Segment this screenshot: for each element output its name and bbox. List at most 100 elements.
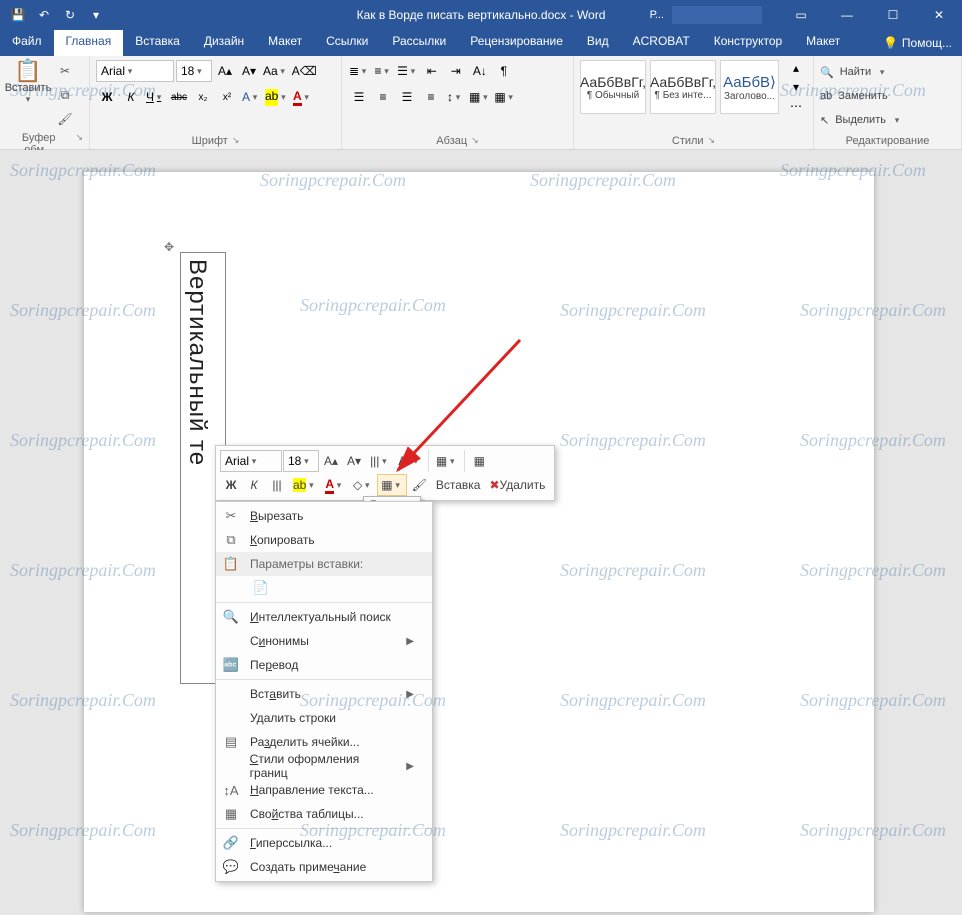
ctx-table-props[interactable]: ▦Свойства таблицы... bbox=[216, 802, 432, 826]
mini-align-icon[interactable]: ||| bbox=[266, 474, 288, 496]
mini-insert-button[interactable]: Вставка bbox=[432, 474, 485, 496]
mini-grow-font-icon[interactable]: A▴ bbox=[320, 450, 342, 472]
bold-button[interactable]: Ж bbox=[96, 86, 118, 108]
cut-icon[interactable]: ✂ bbox=[54, 60, 76, 82]
change-case-icon[interactable]: Aa▾ bbox=[262, 60, 289, 82]
mini-size-combo[interactable]: 18▾ bbox=[283, 450, 319, 472]
align-center-icon[interactable]: ≡ bbox=[372, 86, 394, 108]
tab-acrobat[interactable]: ACROBAT bbox=[621, 30, 702, 56]
underline-button[interactable]: Ч▾ bbox=[144, 86, 166, 108]
mini-insert-table-icon[interactable]: ▦▾ bbox=[432, 450, 461, 472]
highlight-icon[interactable]: ab▾ bbox=[264, 86, 289, 108]
ctx-cut[interactable]: ✂Вырезать bbox=[216, 504, 432, 528]
close-icon[interactable]: ✕ bbox=[916, 0, 962, 30]
ctx-hyperlink[interactable]: 🔗Гиперссылка... bbox=[216, 831, 432, 855]
tab-file[interactable]: Файл bbox=[0, 30, 54, 56]
mini-columns-icon[interactable]: |||▾ bbox=[366, 450, 393, 472]
mini-format-painter-icon[interactable]: 🖌 bbox=[408, 474, 431, 496]
align-right-icon[interactable]: ☰ bbox=[396, 86, 418, 108]
ctx-insert[interactable]: Вставить▶ bbox=[216, 682, 432, 706]
ctx-paste-option-1[interactable]: 📄 bbox=[216, 576, 432, 600]
mini-borders-button[interactable]: ▦▾ bbox=[377, 474, 406, 496]
align-left-icon[interactable]: ☰ bbox=[348, 86, 370, 108]
font-color-icon[interactable]: A▾ bbox=[291, 86, 313, 108]
tab-layout[interactable]: Макет bbox=[256, 30, 314, 56]
subscript-button[interactable]: x₂ bbox=[192, 86, 214, 108]
sort-icon[interactable]: A↓ bbox=[469, 60, 491, 82]
para-dialog-icon[interactable]: ↘ bbox=[471, 135, 479, 147]
format-painter-icon[interactable]: 🖌 bbox=[54, 108, 76, 130]
tab-table-design[interactable]: Конструктор bbox=[702, 30, 794, 56]
qa-customize-icon[interactable]: ▾ bbox=[84, 3, 108, 27]
font-dialog-icon[interactable]: ↘ bbox=[232, 135, 240, 147]
bullets-icon[interactable]: ≣▾ bbox=[348, 60, 370, 82]
tab-references[interactable]: Ссылки bbox=[314, 30, 380, 56]
mini-italic-button[interactable]: К bbox=[243, 474, 265, 496]
select-button[interactable]: ↖Выделить▾ bbox=[820, 110, 902, 130]
ctx-delete-rows[interactable]: Удалить строки bbox=[216, 706, 432, 730]
superscript-button[interactable]: x² bbox=[216, 86, 238, 108]
tab-view[interactable]: Вид bbox=[575, 30, 621, 56]
replace-button[interactable]: abЗаменить bbox=[820, 86, 888, 106]
tab-review[interactable]: Рецензирование bbox=[458, 30, 575, 56]
copy-icon[interactable]: ⧉ bbox=[54, 84, 76, 106]
ctx-new-comment[interactable]: 💬Создать примечание bbox=[216, 855, 432, 879]
tell-me[interactable]: 💡 Помощ... bbox=[873, 30, 962, 56]
anchor-icon[interactable]: ✥ bbox=[164, 240, 174, 254]
minimize-icon[interactable]: — bbox=[824, 0, 870, 30]
mini-styles-icon[interactable]: Aᵃ▾ bbox=[394, 450, 424, 472]
styles-down-icon[interactable]: ▾ bbox=[785, 79, 807, 96]
justify-icon[interactable]: ≡ bbox=[420, 86, 442, 108]
style-normal[interactable]: АаБбВвГг, ¶ Обычный bbox=[580, 60, 646, 114]
ctx-synonyms[interactable]: Синонимы▶ bbox=[216, 629, 432, 653]
shading-icon[interactable]: ▦▾ bbox=[468, 86, 491, 108]
indent-dec-icon[interactable]: ⇤ bbox=[421, 60, 443, 82]
account-area[interactable]: Р... bbox=[650, 6, 762, 24]
mini-font-combo[interactable]: Arial▾ bbox=[220, 450, 282, 472]
ctx-text-direction[interactable]: ↕AНаправление текста... bbox=[216, 778, 432, 802]
styles-up-icon[interactable]: ▴ bbox=[785, 60, 807, 77]
undo-icon[interactable]: ↶ bbox=[32, 3, 56, 27]
ctx-translate[interactable]: 🔤Перевод bbox=[216, 653, 432, 677]
font-size-combo[interactable]: 18▾ bbox=[176, 60, 212, 82]
mini-highlight-icon[interactable]: ab▾ bbox=[289, 474, 320, 496]
shrink-font-icon[interactable]: A▾ bbox=[238, 60, 260, 82]
styles-dialog-icon[interactable]: ↘ bbox=[708, 135, 716, 147]
document-area[interactable]: ✥ Вертикальный те Arial▾ 18▾ A▴ A▾ |||▾ … bbox=[0, 150, 962, 915]
show-marks-icon[interactable]: ¶ bbox=[493, 60, 515, 82]
indent-inc-icon[interactable]: ⇥ bbox=[445, 60, 467, 82]
paste-button[interactable]: 📋 Вставить ▾ bbox=[6, 60, 50, 105]
mini-fontcolor-icon[interactable]: A▾ bbox=[321, 474, 348, 496]
line-spacing-icon[interactable]: ↕▾ bbox=[444, 86, 466, 108]
multilevel-icon[interactable]: ☰▾ bbox=[396, 60, 419, 82]
italic-button[interactable]: К bbox=[120, 86, 142, 108]
ctx-border-styles[interactable]: Стили оформления границ▶ bbox=[216, 754, 432, 778]
borders-icon[interactable]: ▦▾ bbox=[493, 86, 516, 108]
mini-delete-button[interactable]: ✖Удалить bbox=[485, 474, 549, 496]
ctx-copy[interactable]: ⧉Копировать bbox=[216, 528, 432, 552]
styles-more-icon[interactable]: ⋯ bbox=[785, 97, 807, 114]
mini-bold-button[interactable]: Ж bbox=[220, 474, 242, 496]
mini-shrink-font-icon[interactable]: A▾ bbox=[343, 450, 365, 472]
style-no-spacing[interactable]: АаБбВвГг, ¶ Без инте... bbox=[650, 60, 716, 114]
text-effects-icon[interactable]: A▾ bbox=[240, 86, 262, 108]
mini-shading-icon[interactable]: ◇▾ bbox=[349, 474, 376, 496]
numbering-icon[interactable]: ≡▾ bbox=[372, 60, 394, 82]
save-icon[interactable]: 💾 bbox=[6, 3, 30, 27]
tab-home[interactable]: Главная bbox=[54, 30, 124, 56]
mini-table-grid-icon[interactable]: ▦ bbox=[468, 450, 490, 472]
tab-design[interactable]: Дизайн bbox=[192, 30, 256, 56]
font-name-combo[interactable]: Arial▾ bbox=[96, 60, 174, 82]
maximize-icon[interactable]: ☐ bbox=[870, 0, 916, 30]
ctx-split-cells[interactable]: ▤Разделить ячейки... bbox=[216, 730, 432, 754]
grow-font-icon[interactable]: A▴ bbox=[214, 60, 236, 82]
redo-icon[interactable]: ↻ bbox=[58, 3, 82, 27]
tab-mailings[interactable]: Рассылки bbox=[380, 30, 458, 56]
ribbon-options-icon[interactable]: ▭ bbox=[778, 0, 824, 30]
tab-table-layout[interactable]: Макет bbox=[794, 30, 852, 56]
ctx-smart-lookup[interactable]: 🔍Интеллектуальный поиск bbox=[216, 605, 432, 629]
style-heading1[interactable]: АаБбВ⟩ Заголово... bbox=[720, 60, 779, 114]
strike-button[interactable]: abc bbox=[168, 86, 190, 108]
clear-format-icon[interactable]: A⌫ bbox=[291, 60, 318, 82]
tab-insert[interactable]: Вставка bbox=[123, 30, 192, 56]
